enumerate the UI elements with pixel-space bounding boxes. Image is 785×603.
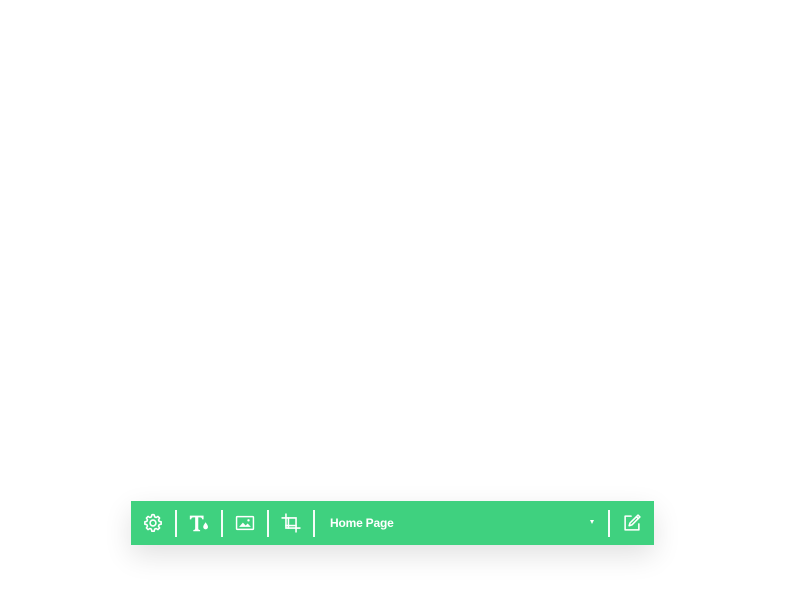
image-icon [234,512,256,534]
settings-button[interactable] [131,501,175,545]
crop-icon [280,512,302,534]
page-selector-dropdown[interactable]: Home Page [315,501,608,545]
text-style-button[interactable] [177,501,221,545]
crop-button[interactable] [269,501,313,545]
edit-button[interactable] [610,501,654,545]
image-button[interactable] [223,501,267,545]
selected-page-label: Home Page [330,516,394,530]
chevron-down-icon [590,520,594,524]
gear-icon [142,512,164,534]
text-color-icon [188,512,210,534]
edit-icon [621,512,643,534]
editor-toolbar: Home Page [131,501,654,545]
page-canvas: Home Page [0,0,785,603]
